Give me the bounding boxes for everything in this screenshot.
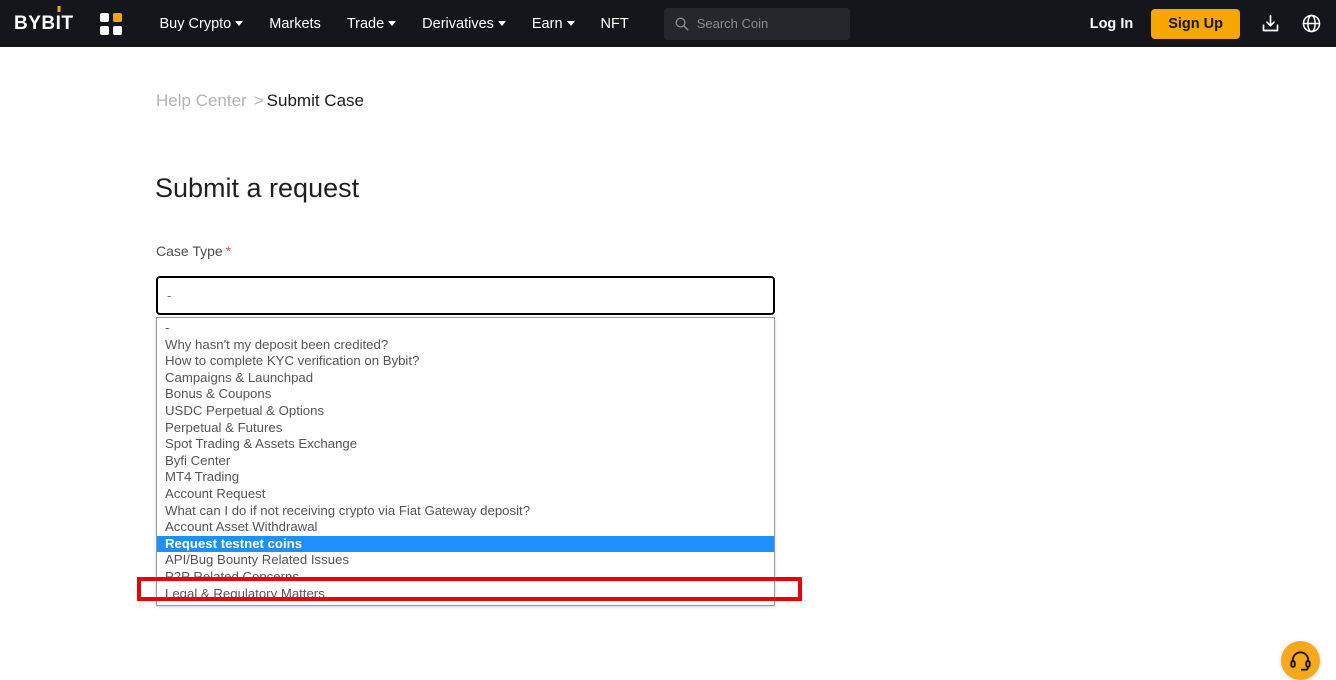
search-icon	[675, 17, 689, 31]
chevron-down-icon	[566, 21, 575, 26]
breadcrumb: Help Center > Submit Case	[156, 91, 364, 111]
breadcrumb-separator: >	[253, 91, 264, 110]
case-type-input[interactable]	[156, 276, 775, 315]
dropdown-option[interactable]: P2P Related Concerns	[157, 569, 774, 586]
chevron-down-icon	[235, 21, 244, 26]
logo-text-byb: BYB	[14, 12, 56, 34]
dropdown-option[interactable]: Account Request	[157, 486, 774, 503]
dropdown-option[interactable]: Spot Trading & Assets Exchange	[157, 436, 774, 453]
breadcrumb-submit-case: Submit Case	[266, 91, 364, 110]
globe-icon	[1302, 14, 1321, 33]
dropdown-option[interactable]: Why hasn't my deposit been credited?	[157, 337, 774, 354]
nav-label: NFT	[600, 15, 629, 32]
nav-label: Earn	[531, 15, 563, 32]
dropdown-option[interactable]: -	[157, 320, 774, 337]
nav-label: Buy Crypto	[159, 15, 232, 32]
download-app-button[interactable]	[1260, 13, 1281, 34]
dropdown-option-selected[interactable]: Request testnet coins	[157, 535, 774, 553]
grid-cell-1	[99, 12, 109, 22]
page-title: Submit a request	[155, 173, 360, 203]
nav-item-derivatives[interactable]: Derivatives	[409, 16, 519, 32]
dropdown-option[interactable]: MT4 Trading	[157, 469, 774, 486]
nav-item-buy-crypto[interactable]: Buy Crypto	[147, 16, 257, 32]
headset-icon	[1290, 651, 1311, 671]
logo-letter-i: I	[56, 5, 62, 35]
case-type-label-text: Case Type	[156, 243, 223, 259]
grid-cell-3	[99, 25, 109, 35]
nav-item-markets[interactable]: Markets	[256, 16, 334, 32]
apps-grid-icon[interactable]	[99, 12, 122, 35]
search-box[interactable]	[663, 7, 850, 40]
chevron-down-icon	[388, 21, 397, 26]
required-asterisk: *	[225, 243, 232, 259]
dropdown-option[interactable]: Account Asset Withdrawal	[157, 519, 774, 536]
dropdown-option[interactable]: What can I do if not receiving crypto vi…	[157, 503, 774, 520]
nav-item-trade[interactable]: Trade	[334, 16, 409, 32]
download-icon	[1262, 14, 1279, 32]
dropdown-option[interactable]: Campaigns & Launchpad	[157, 370, 774, 387]
nav-label: Trade	[346, 15, 385, 32]
nav-item-earn[interactable]: Earn	[519, 16, 588, 32]
dropdown-option[interactable]: Byfi Center	[157, 453, 774, 470]
logo-text-t: T	[61, 12, 74, 34]
case-type-label: Case Type *	[156, 243, 231, 259]
nav-item-nft[interactable]: NFT	[588, 16, 642, 32]
grid-cell-2	[112, 12, 122, 22]
breadcrumb-help-center[interactable]: Help Center	[156, 91, 247, 111]
nav-label: Derivatives	[422, 15, 494, 32]
signup-button[interactable]: Sign Up	[1151, 8, 1240, 39]
grid-cell-4	[112, 25, 122, 35]
dropdown-option[interactable]: API/Bug Bounty Related Issues	[157, 552, 774, 569]
nav-links: Buy Crypto Markets Trade Derivatives Ear…	[147, 16, 642, 32]
dropdown-option[interactable]: Bonus & Coupons	[157, 386, 774, 403]
chevron-down-icon	[497, 21, 506, 26]
dropdown-option[interactable]: Legal & Regulatory Matters	[157, 586, 774, 603]
dropdown-option[interactable]: How to complete KYC verification on Bybi…	[157, 353, 774, 370]
bybit-logo[interactable]: BYB I T	[14, 5, 74, 35]
search-input[interactable]	[696, 16, 837, 31]
case-type-dropdown-list[interactable]: - Why hasn't my deposit been credited? H…	[156, 317, 775, 607]
dropdown-option[interactable]: Perpetual & Futures	[157, 420, 774, 437]
language-button[interactable]	[1301, 13, 1322, 34]
customer-support-button[interactable]	[1281, 641, 1320, 680]
top-navigation-bar: BYB I T Buy Crypto Markets Trade Derivativ…	[0, 0, 1336, 47]
nav-right-actions: Log In Sign Up	[1090, 8, 1336, 39]
login-button[interactable]: Log In	[1090, 16, 1134, 32]
nav-label: Markets	[269, 15, 321, 32]
page-content: Help Center > Submit Case Submit a reque…	[0, 47, 1336, 680]
dropdown-option[interactable]: USDC Perpetual & Options	[157, 403, 774, 420]
